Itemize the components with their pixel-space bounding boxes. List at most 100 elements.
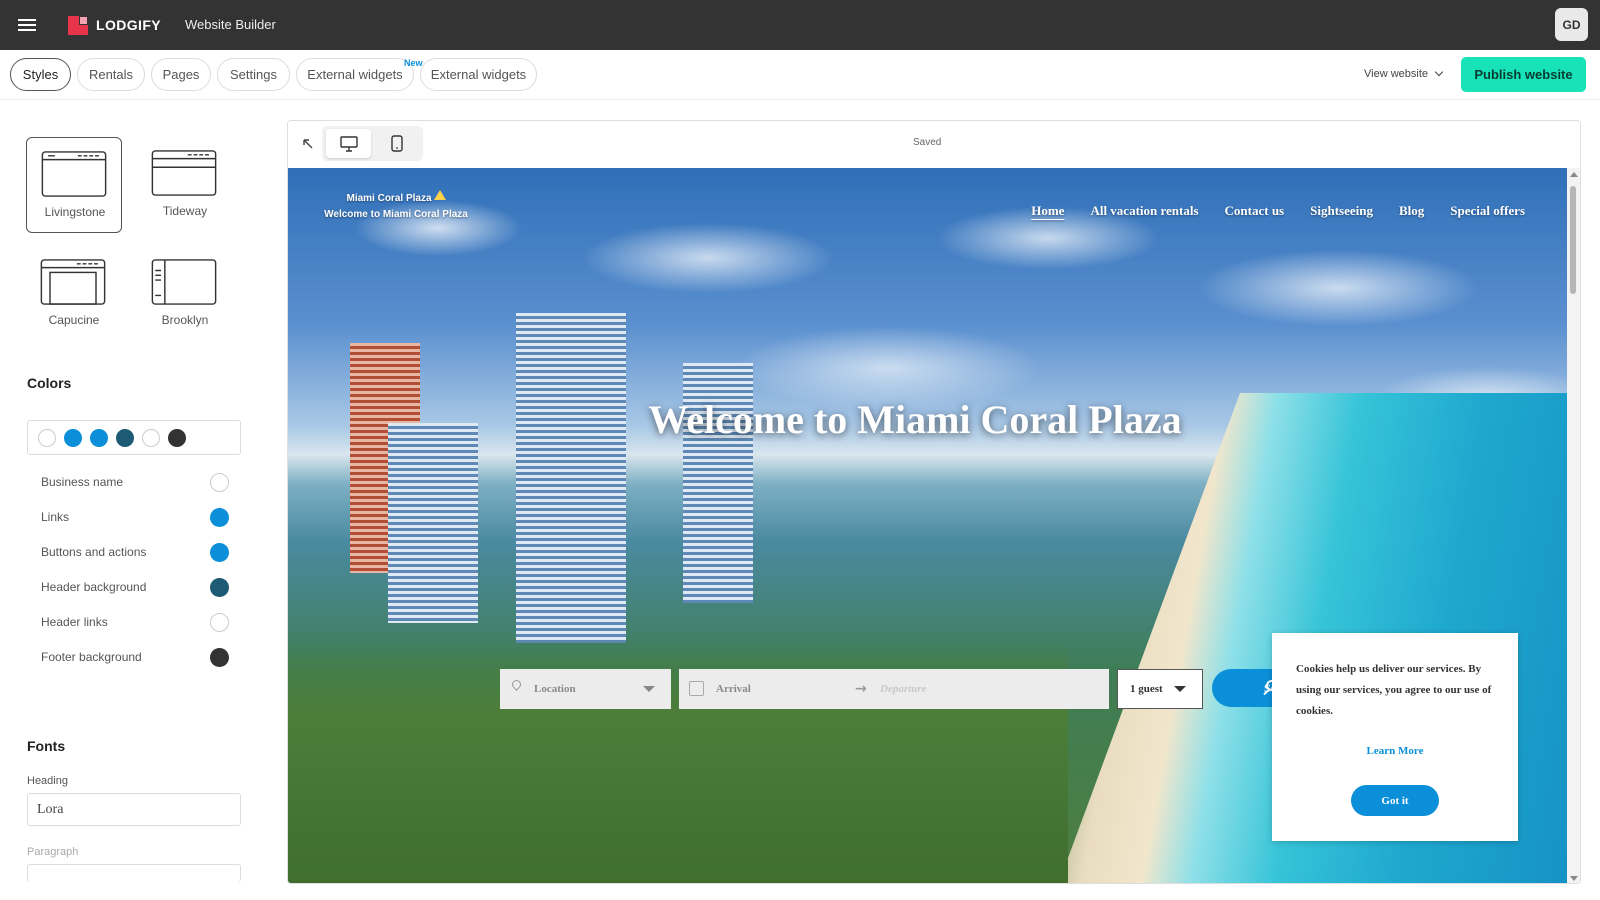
site-nav-special-offers[interactable]: Special offers	[1450, 203, 1525, 219]
mobile-icon	[390, 135, 403, 152]
heading-font-label: Heading	[27, 775, 68, 787]
layout-capucine[interactable]: Capucine	[26, 246, 122, 342]
top-bar: LODGIFY Website Builder GD	[0, 0, 1600, 50]
color-setting-label: Header background	[41, 580, 147, 594]
color-setting-links[interactable]: Links	[41, 506, 229, 528]
scroll-down-icon[interactable]	[1570, 876, 1578, 881]
palette-swatch	[142, 429, 160, 447]
site-nav-all-vacation-rentals[interactable]: All vacation rentals	[1090, 203, 1198, 219]
site-logo-icon	[433, 190, 446, 200]
guests-value: 1 guest	[1130, 683, 1163, 695]
brand-name: LODGIFY	[96, 17, 162, 33]
tab-external-widgets-new[interactable]: External widgets	[296, 58, 414, 91]
color-swatch[interactable]	[210, 542, 229, 562]
color-setting-header-links[interactable]: Header links	[41, 611, 229, 633]
view-website-dropdown[interactable]: View website	[1364, 67, 1444, 80]
preview-scrollbar[interactable]	[1567, 168, 1580, 883]
color-setting-buttons-and-actions[interactable]: Buttons and actions	[41, 541, 229, 563]
palette-swatch	[168, 429, 186, 447]
site-navigation: Home All vacation rentals Contact us Sig…	[1031, 203, 1525, 219]
calendar-icon	[689, 681, 704, 696]
tab-styles[interactable]: Styles	[10, 58, 71, 91]
color-swatch[interactable]	[210, 647, 229, 667]
color-swatch[interactable]	[210, 612, 229, 632]
caret-down-icon	[643, 686, 655, 692]
site-brand-tagline: Welcome to Miami Coral Plaza	[324, 209, 468, 220]
color-palette-picker[interactable]	[27, 420, 241, 455]
layout-label: Capucine	[48, 313, 100, 327]
heading-font-select[interactable]: Lora	[27, 793, 241, 826]
site-nav-contact-us[interactable]: Contact us	[1225, 203, 1285, 219]
desktop-icon	[339, 135, 358, 152]
fonts-heading: Fonts	[27, 738, 66, 754]
scroll-up-icon[interactable]	[1570, 172, 1578, 177]
tab-rentals[interactable]: Rentals	[77, 58, 145, 91]
collapse-arrow-icon[interactable]	[302, 138, 314, 150]
color-setting-header-background[interactable]: Header background	[41, 576, 229, 598]
tab-row: Styles Rentals Pages Settings External w…	[0, 50, 1600, 100]
website-hero: Miami Coral Plaza Welcome to Miami Coral…	[288, 168, 1567, 883]
layout-brooklyn[interactable]: Brooklyn	[137, 246, 233, 342]
color-setting-label: Business name	[41, 475, 124, 489]
layout-label: Brooklyn	[161, 313, 209, 327]
user-avatar[interactable]: GD	[1555, 8, 1588, 41]
tab-pages[interactable]: Pages	[151, 58, 211, 91]
color-swatch[interactable]	[210, 507, 229, 527]
location-select[interactable]: Location	[500, 669, 671, 709]
paragraph-font-label: Paragraph	[27, 846, 79, 858]
app-title: Website Builder	[185, 17, 276, 32]
hamburger-menu-icon[interactable]	[18, 17, 36, 33]
color-setting-business-name[interactable]: Business name	[41, 471, 229, 493]
cookie-banner: Cookies help us deliver our services. By…	[1272, 633, 1518, 841]
layout-brooklyn-icon	[151, 259, 217, 305]
color-swatch[interactable]	[210, 472, 229, 492]
site-nav-blog[interactable]: Blog	[1399, 203, 1424, 219]
caret-down-icon	[1174, 686, 1186, 692]
chevron-down-icon	[1434, 67, 1444, 77]
arrival-placeholder: Arrival	[716, 683, 751, 695]
site-nav-sightseeing[interactable]: Sightseeing	[1310, 203, 1373, 219]
view-website-label: View website	[1364, 68, 1428, 80]
cookie-learn-more-link[interactable]: Learn More	[1272, 745, 1518, 757]
location-pin-icon	[510, 678, 523, 691]
preview-toolbar: Saved	[288, 121, 1580, 168]
layout-label: Livingstone	[44, 205, 106, 219]
lodgify-logo[interactable]: LODGIFY	[68, 15, 161, 35]
tab-external-widgets[interactable]: External widgets	[420, 58, 537, 91]
color-setting-label: Footer background	[41, 650, 142, 664]
color-swatch[interactable]	[210, 577, 229, 597]
cookie-got-it-button[interactable]: Got it	[1351, 785, 1439, 816]
arrow-right-icon: →	[855, 681, 867, 697]
layout-livingstone-icon	[41, 151, 107, 197]
palette-swatch	[90, 429, 108, 447]
color-setting-label: Header links	[41, 615, 108, 629]
hero-building	[388, 423, 478, 623]
guests-select[interactable]: 1 guest	[1117, 669, 1203, 709]
website-preview-frame: Saved Miami Coral Plaza Welcome to Miami…	[287, 120, 1581, 884]
location-placeholder: Location	[534, 683, 576, 695]
color-setting-footer-background[interactable]: Footer background	[41, 646, 229, 668]
desktop-view-button[interactable]	[326, 129, 371, 158]
lodgify-logo-mark	[68, 15, 88, 35]
layout-livingstone[interactable]: Livingstone	[26, 137, 122, 233]
hero-title: Welcome to Miami Coral Plaza	[648, 397, 1182, 442]
scrollbar-thumb[interactable]	[1570, 186, 1576, 294]
save-status: Saved	[913, 137, 942, 148]
device-toggle	[322, 126, 423, 161]
layout-tideway-icon	[151, 150, 217, 196]
publish-website-button[interactable]: Publish website	[1461, 57, 1586, 92]
site-nav-home[interactable]: Home	[1031, 203, 1064, 219]
colors-heading: Colors	[27, 375, 72, 391]
site-logo[interactable]: Miami Coral Plaza Welcome to Miami Coral…	[316, 190, 476, 223]
color-setting-label: Links	[41, 510, 70, 524]
palette-swatch	[116, 429, 134, 447]
layout-tideway[interactable]: Tideway	[137, 137, 233, 233]
tab-settings[interactable]: Settings	[217, 58, 290, 91]
mobile-view-button[interactable]	[374, 129, 419, 158]
layout-label: Tideway	[162, 204, 208, 218]
paragraph-font-select[interactable]	[27, 864, 241, 882]
layout-capucine-icon	[40, 259, 106, 305]
departure-placeholder: Departure	[880, 683, 927, 695]
date-range-input[interactable]: Arrival → Departure	[679, 669, 1109, 709]
site-brand-name: Miami Coral Plaza	[346, 193, 432, 204]
